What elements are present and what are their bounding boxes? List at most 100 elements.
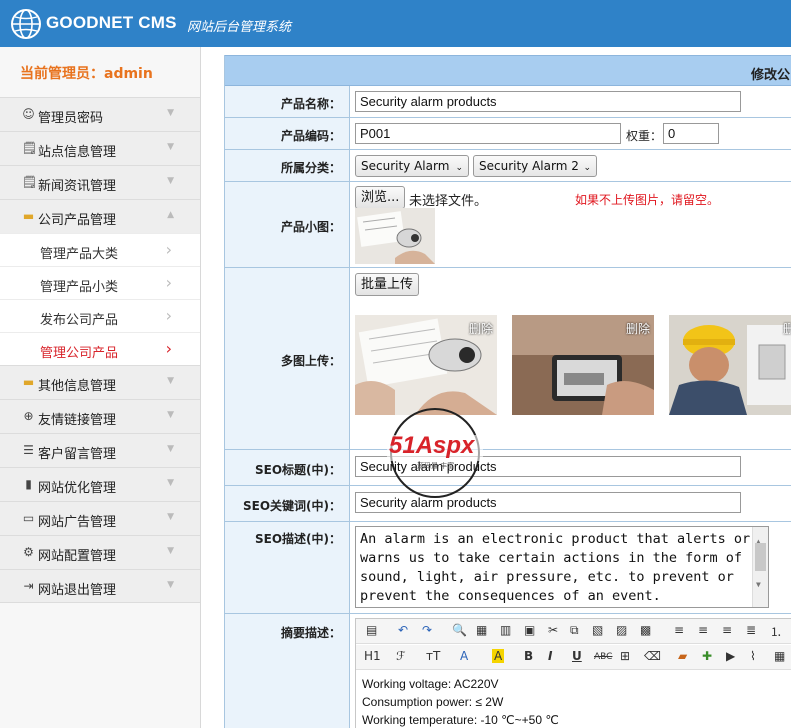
sidebar-item-label: 客户留言管理 (38, 447, 117, 462)
sidebar-subitem-publish-product[interactable]: 发布公司产品 › (0, 299, 200, 332)
paste-icon[interactable]: ▧ (592, 623, 603, 637)
ordered-list-icon[interactable]: ⒈ (770, 623, 782, 640)
product-name-input[interactable]: Security alarm products (355, 91, 741, 112)
top-header: GOODNET CMS 网站后台管理系统 (0, 0, 791, 47)
align-right-icon[interactable]: ≡ (722, 623, 732, 637)
scroll-down-icon[interactable]: ▼ (756, 575, 761, 594)
caret-down-icon: ▼ (167, 142, 174, 152)
rich-text-editor[interactable]: ▤ ↶ ↷ 🔍 ▦ ▥ ▣ ✂ ⧉ ▧ ▨ ▩ ≡ ≡ ≡ ≣ ⒈ H1 ℱ т… (355, 618, 791, 728)
cut-icon[interactable]: ✂ (548, 623, 558, 637)
sidebar-item-label: 网站优化管理 (38, 481, 117, 496)
font-color-button[interactable]: A (460, 649, 468, 663)
redo-icon[interactable]: ↷ (422, 623, 432, 637)
preview-icon[interactable]: 🔍 (452, 623, 467, 637)
chevron-right-icon: › (165, 273, 172, 292)
weight-input[interactable]: 0 (663, 123, 719, 144)
justify-icon[interactable]: ≣ (746, 623, 756, 637)
paste-word-icon[interactable]: ▩ (640, 623, 651, 637)
sidebar-item-label: 新闻资讯管理 (38, 179, 117, 194)
attachment-icon[interactable]: ⌇ (750, 649, 756, 663)
editor-toolbar-row-2: H1 ℱ тT A A B I U ABC ⊞ ⌫ ▰ ✚ ▶ ⌇ ▦ (356, 645, 791, 670)
sidebar-item-products[interactable]: ▬ 公司产品管理 ▲ (0, 199, 200, 233)
delete-image-1[interactable]: 删除 (469, 320, 493, 337)
sidebar-item-seo[interactable]: ▮ 网站优化管理 ▼ (0, 467, 200, 501)
highlight-button[interactable]: A (492, 649, 505, 663)
underline-button[interactable]: U (572, 649, 582, 663)
watermark-logo: 51Aspx 源码最 丰富 (385, 405, 485, 501)
font-size-select[interactable]: тT (426, 649, 440, 663)
batch-upload-button[interactable]: 批量上传 (355, 273, 420, 296)
product-code-label: 产品编码： (280, 129, 341, 143)
form-title: 修改公 (751, 68, 791, 83)
browse-button[interactable]: 浏览... (355, 186, 406, 209)
weight-label: 权重： (626, 129, 663, 143)
chevron-down-icon: ⌄ (455, 163, 463, 173)
template-icon[interactable]: ▥ (500, 623, 511, 637)
italic-button[interactable]: I (548, 649, 552, 663)
product-edit-form: 修改公 产品名称： Security alarm products 产品编码： … (224, 55, 791, 728)
sub-category-select[interactable]: Security Alarm 2 ⌄ (473, 155, 597, 177)
grid-icon[interactable]: ⊞ (620, 649, 630, 663)
product-code-input[interactable]: P001 (355, 123, 621, 144)
summary-line: Working voltage: AC220V (362, 677, 499, 691)
undo-icon[interactable]: ↶ (398, 623, 408, 637)
sidebar-subitem-product-categories[interactable]: 管理产品大类 › (0, 233, 200, 266)
main-category-select[interactable]: Security Alarm ⌄ (355, 155, 469, 177)
image-icon[interactable]: ▰ (678, 649, 687, 663)
font-family-select[interactable]: ℱ (396, 649, 405, 663)
seo-description-textarea[interactable]: An alarm is an electronic product that a… (355, 526, 769, 608)
sidebar-subitem-manage-products[interactable]: 管理公司产品 › (0, 332, 200, 365)
code-icon[interactable]: ▣ (524, 623, 535, 637)
flash-icon[interactable]: ✚ (702, 649, 712, 663)
print-icon[interactable]: ▦ (476, 623, 487, 637)
folder-icon: ▬ (22, 375, 35, 389)
sidebar-item-news[interactable]: 🗒 新闻资讯管理 ▼ (0, 165, 200, 199)
seo-title-label: SEO标题(中)： (254, 463, 341, 477)
chevron-down-icon: ⌄ (583, 163, 591, 173)
scroll-thumb[interactable] (755, 543, 766, 571)
heading-select[interactable]: H1 (364, 649, 381, 663)
seo-desc-line: An alarm is an electronic product that a… (360, 531, 751, 547)
align-center-icon[interactable]: ≡ (698, 623, 708, 637)
sidebar-item-ads[interactable]: ▭ 网站广告管理 ▼ (0, 501, 200, 535)
caret-down-icon: ▼ (167, 478, 174, 488)
summary-line: Consumption power: ≤ 2W (362, 695, 504, 709)
caret-down-icon: ▼ (167, 176, 174, 186)
editor-content[interactable]: Working voltage: AC220V Consumption powe… (362, 675, 559, 728)
sidebar-item-links[interactable]: ⊕ 友情链接管理 ▼ (0, 399, 200, 433)
sidebar-item-label: 站点信息管理 (38, 145, 117, 160)
chevron-right-icon: › (165, 306, 172, 325)
sidebar-item-site-info[interactable]: 🗒 站点信息管理 ▼ (0, 131, 200, 165)
gallery-image-1: 删除 (355, 315, 497, 415)
source-icon[interactable]: ▤ (366, 623, 377, 637)
delete-image-3[interactable]: 删除 (783, 320, 791, 337)
sidebar-item-admin-password[interactable]: ☺ 管理员密码 ▼ (0, 97, 200, 131)
seo-keywords-label: SEO关键词(中)： (242, 499, 341, 513)
gallery-image-2: 删除 (512, 315, 654, 415)
sidebar-item-other-info[interactable]: ▬ 其他信息管理 ▼ (0, 365, 200, 399)
sidebar-item-label: 网站配置管理 (38, 549, 117, 564)
seo-desc-line: prevent the consequences of an event. (360, 588, 661, 604)
textarea-scrollbar[interactable]: ▲ ▼ (752, 527, 768, 607)
caret-down-icon: ▼ (167, 108, 174, 118)
delete-image-2[interactable]: 删除 (626, 320, 650, 337)
no-file-text: 未选择文件。 (409, 194, 488, 209)
align-left-icon[interactable]: ≡ (674, 623, 684, 637)
table-icon[interactable]: ▦ (774, 649, 785, 663)
sidebar-item-logout[interactable]: ⇥ 网站退出管理 ▼ (0, 569, 200, 603)
paste-text-icon[interactable]: ▨ (616, 623, 627, 637)
copy-icon[interactable]: ⧉ (570, 623, 579, 638)
multi-upload-label: 多图上传： (280, 354, 341, 368)
sidebar-item-messages[interactable]: ☰ 客户留言管理 ▼ (0, 433, 200, 467)
sidebar-item-label: 友情链接管理 (38, 413, 117, 428)
globe-logo-icon (11, 9, 41, 39)
sidebar-subitem-label: 发布公司产品 (40, 313, 119, 328)
bold-button[interactable]: B (524, 649, 533, 663)
eraser-icon[interactable]: ⌫ (644, 649, 661, 663)
sidebar-subitem-product-subcategories[interactable]: 管理产品小类 › (0, 266, 200, 299)
sidebar-item-config[interactable]: ⚙ 网站配置管理 ▼ (0, 535, 200, 569)
strikethrough-button[interactable]: ABC (594, 652, 612, 662)
bar-chart-icon: ▮ (25, 477, 32, 491)
row-seo-keywords: SEO关键词(中)： Security alarm products (225, 486, 791, 522)
media-icon[interactable]: ▶ (726, 649, 735, 663)
